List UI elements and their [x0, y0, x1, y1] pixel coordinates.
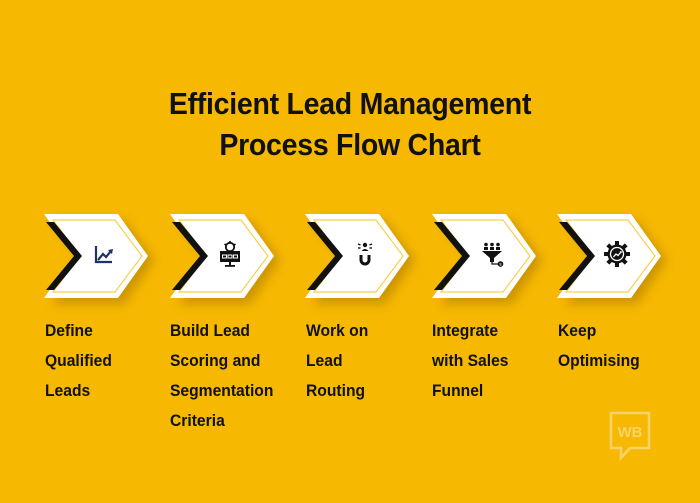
- gear-growth-icon: [604, 241, 630, 267]
- title-line-1: Efficient Lead Management: [168, 86, 532, 121]
- title-line-2: Process Flow Chart: [219, 127, 481, 162]
- logo-text: WB: [618, 424, 643, 441]
- step-4-label: Integrate with Sales Funnel: [432, 321, 509, 400]
- process-step-1: [44, 212, 162, 304]
- step-1-label: Define Qualified Leads: [45, 321, 112, 400]
- monitor-gear-icon: [220, 241, 240, 267]
- step-2-label: Build Lead Scoring and Segmentation Crit…: [170, 321, 274, 430]
- process-step-5: [557, 212, 675, 304]
- step-3-label: Work on Lead Routing: [306, 321, 369, 400]
- process-step-3: [305, 212, 423, 304]
- wb-logo: WB: [609, 411, 651, 462]
- growth-chart-icon: [94, 246, 113, 264]
- step-5-label: Keep Optimising: [558, 321, 640, 370]
- sales-funnel-icon: $: [482, 242, 504, 267]
- process-step-2: [170, 212, 288, 304]
- magnet-person-icon: [357, 242, 373, 266]
- process-step-4: $: [432, 212, 550, 304]
- page-title: Efficient Lead Management Process Flow C…: [28, 83, 672, 165]
